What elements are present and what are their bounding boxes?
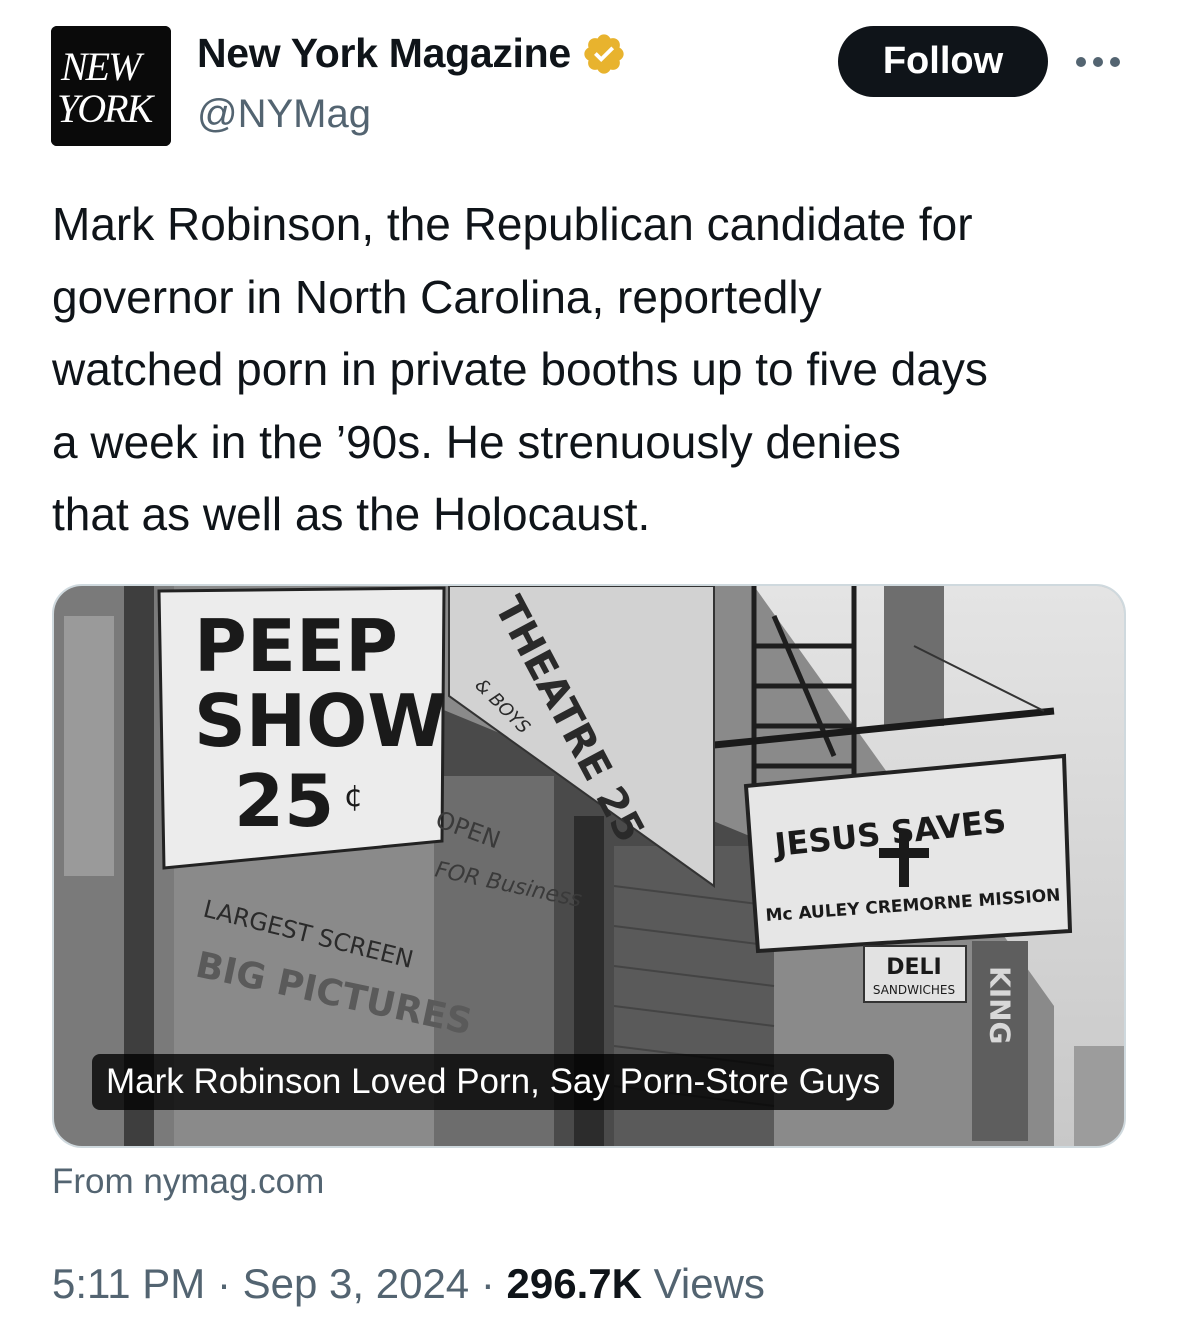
card-source[interactable]: From nymag.com xyxy=(52,1162,324,1202)
link-card[interactable]: PEEP SHOW 25 ¢ THEATRE 25 & BOYS OPEN FO… xyxy=(52,584,1126,1148)
follow-button[interactable]: Follow xyxy=(838,26,1048,97)
king-text: KING xyxy=(984,966,1017,1045)
card-headline[interactable]: Mark Robinson Loved Porn, Say Porn-Store… xyxy=(92,1054,895,1110)
meta-separator: · xyxy=(480,1260,495,1307)
new-york-logo: NEW YORK xyxy=(51,26,171,146)
price-25: 25 xyxy=(234,759,334,843)
views-count[interactable]: 296.7K xyxy=(507,1260,642,1307)
svg-text:NEW: NEW xyxy=(60,44,145,89)
svg-text:YORK: YORK xyxy=(57,86,156,131)
peep-word: PEEP xyxy=(194,604,398,688)
cent-symbol: ¢ xyxy=(344,779,363,814)
show-word: SHOW xyxy=(194,679,447,763)
views-label: Views xyxy=(653,1260,765,1307)
deli-text: DELI xyxy=(886,955,942,980)
king-sign: KING xyxy=(972,941,1028,1141)
more-horizontal-icon[interactable] xyxy=(1073,54,1123,70)
jesus-saves-sign: JESUS SAVES Mc AULEY CREMORNE MISSION xyxy=(743,753,1073,954)
gold-verified-badge-icon[interactable] xyxy=(581,31,627,77)
author-name-row[interactable]: New York Magazine xyxy=(197,30,627,77)
tweet-text: Mark Robinson, the Republican candidate … xyxy=(52,198,988,540)
meta-separator: · xyxy=(216,1260,231,1307)
tweet-date[interactable]: Sep 3, 2024 xyxy=(243,1260,470,1307)
display-name[interactable]: New York Magazine xyxy=(197,30,571,77)
avatar[interactable]: NEW YORK xyxy=(51,26,171,146)
tweet-meta: 5:11 PM · Sep 3, 2024 · 296.7K Views xyxy=(52,1260,765,1308)
tweet-time[interactable]: 5:11 PM xyxy=(52,1260,205,1307)
deli-sign: DELI SANDWICHES xyxy=(863,945,967,1003)
author-handle[interactable]: @NYMag xyxy=(197,92,371,137)
sandwiches-text: SANDWICHES xyxy=(873,983,955,997)
peep-show-sign: PEEP SHOW 25 ¢ xyxy=(157,586,447,870)
